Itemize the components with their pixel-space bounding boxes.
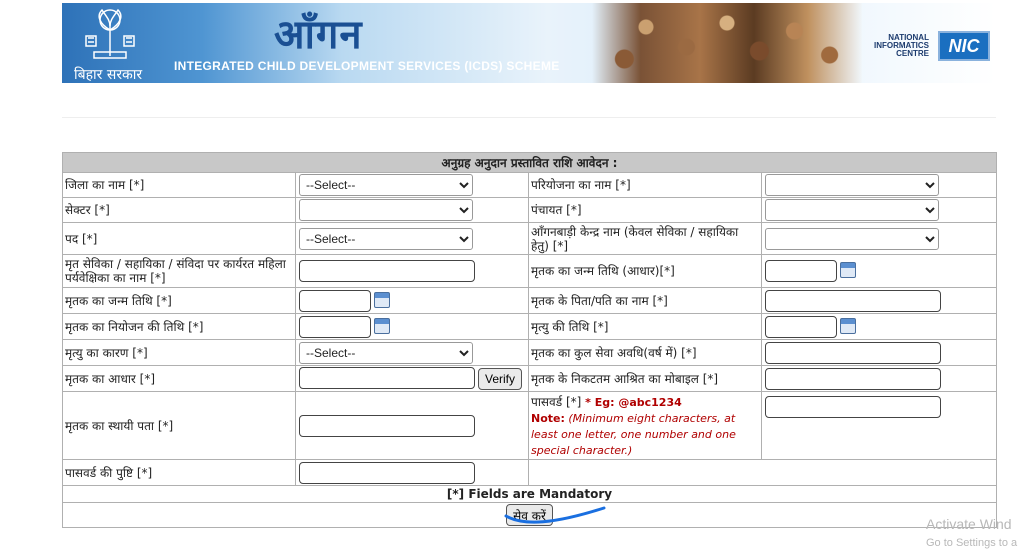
address-input[interactable] [299, 414, 475, 437]
password-note-prefix: Note: [531, 412, 565, 425]
father-label: मृतक के पिता/पति का नाम [*] [528, 287, 762, 314]
post-cell: --Select-- [295, 222, 529, 255]
app-title: आँगन [274, 11, 363, 58]
appointment-cell [295, 313, 529, 340]
aadhaar-label: मृतक का आधार [*] [62, 365, 296, 392]
dob-aadhaar-input[interactable] [765, 260, 837, 282]
panchayat-label: पंचायत [*] [528, 197, 762, 223]
sector-cell [295, 197, 529, 223]
death-date-cell [760, 313, 998, 340]
form-row: मृतक का जन्म तिथि [*] मृतक के पिता/पति क… [62, 287, 998, 314]
awc-select[interactable] [765, 227, 939, 250]
password-note: Note: (Minimum eight characters, at leas… [531, 411, 759, 459]
post-label: पद [*] [62, 222, 296, 255]
death-date-input[interactable] [765, 315, 837, 338]
death-date-label: मृत्यु की तिथि [*] [528, 313, 762, 340]
form-row: सेक्टर [*] पंचायत [*] [62, 197, 998, 223]
empty-cell [527, 459, 998, 486]
awc-cell [760, 222, 998, 255]
district-cell: --Select-- [295, 172, 529, 198]
form-heading: अनुग्रह अनुदान प्रस्तावित राशि आवेदन : [61, 152, 998, 173]
sector-label: सेक्टर [*] [62, 197, 296, 223]
death-cause-label: मृत्यु का कारण [*] [62, 339, 296, 366]
calendar-icon[interactable] [374, 317, 390, 334]
deceased-name-cell [295, 254, 529, 288]
mandatory-row: [*] Fields are Mandatory [61, 485, 998, 503]
form-table: अनुग्रह अनुदान प्रस्तावित राशि आवेदन : ज… [61, 152, 998, 528]
form-row: पद [*] --Select-- आँगनबाड़ी केन्द्र नाम … [62, 222, 998, 255]
form-row: मृत्यु का कारण [*] --Select-- मृतक का कु… [62, 339, 998, 366]
annotation-underline [504, 506, 606, 524]
calendar-icon[interactable] [374, 291, 390, 308]
service-cell [760, 339, 998, 366]
nic-label-line: CENTRE [896, 49, 929, 58]
death-cause-cell: --Select-- [295, 339, 529, 366]
father-cell [760, 287, 998, 314]
nic-label: NATIONAL INFORMATICS CENTRE [874, 34, 929, 58]
confirm-cell [295, 459, 529, 486]
dob-input[interactable] [299, 289, 371, 312]
activate-windows-subtext: Go to Settings to a [926, 537, 1018, 549]
dob-cell [295, 287, 529, 314]
aadhaar-cell: Verify [295, 365, 529, 392]
deceased-name-label: मृत सेविका / सहायिका / संविदा पर कार्यरत… [62, 254, 296, 288]
appointment-date-input[interactable] [299, 315, 371, 338]
form-row: मृत सेविका / सहायिका / संविदा पर कार्यरत… [62, 254, 998, 288]
panchayat-cell [760, 197, 998, 223]
project-label: परियोजना का नाम [*] [528, 172, 762, 198]
bihar-emblem-icon [85, 8, 135, 59]
password-input[interactable] [765, 396, 941, 418]
form-header-row: अनुग्रह अनुदान प्रस्तावित राशि आवेदन : [61, 152, 998, 173]
mandatory-note: [*] Fields are Mandatory [61, 485, 998, 503]
password-label: पासवर्ड [*] [531, 395, 582, 409]
scheme-name: INTEGRATED CHILD DEVELOPMENT SERVICES (I… [174, 59, 560, 73]
panchayat-select[interactable] [765, 199, 939, 221]
children-photo [592, 3, 862, 83]
calendar-icon[interactable] [840, 317, 856, 334]
form-row: जिला का नाम [*] --Select-- परियोजना का न… [62, 172, 998, 198]
project-cell [760, 172, 998, 198]
dob-aadhaar-cell [760, 254, 998, 288]
confirm-label: पासवर्ड की पुष्टि [*] [62, 459, 296, 486]
district-label: जिला का नाम [*] [62, 172, 296, 198]
application-form: अनुग्रह अनुदान प्रस्तावित राशि आवेदन : ज… [61, 152, 998, 528]
district-select[interactable]: --Select-- [299, 174, 473, 196]
project-select[interactable] [765, 174, 939, 196]
post-select[interactable]: --Select-- [299, 227, 473, 250]
mobile-input[interactable] [765, 367, 941, 390]
service-label: मृतक का कुल सेवा अवधि(वर्ष में) [*] [528, 339, 762, 366]
form-row: पासवर्ड की पुष्टि [*] [62, 459, 998, 486]
address-cell [295, 391, 529, 460]
calendar-icon[interactable] [840, 262, 856, 278]
form-row: मृतक का स्थायी पता [*] पासवर्ड [*] * Eg:… [62, 391, 998, 460]
service-years-input[interactable] [765, 341, 941, 364]
site-banner: बिहार सरकार आँगन INTEGRATED CHILD DEVELO… [62, 3, 996, 83]
divider [62, 117, 996, 118]
awc-label: आँगनबाड़ी केन्द्र नाम (केवल सेविका / सहा… [528, 222, 762, 255]
appointment-label: मृतक का नियोजन की तिथि [*] [62, 313, 296, 340]
sector-select[interactable] [299, 199, 473, 221]
confirm-password-input[interactable] [299, 461, 475, 484]
activate-windows-watermark: Activate Wind [926, 516, 1012, 532]
dob-aadhaar-label: मृतक का जन्म तिथि (आधार)[*] [528, 254, 762, 288]
password-cell [760, 391, 998, 460]
address-label: मृतक का स्थायी पता [*] [62, 391, 296, 460]
nic-logo: NIC [938, 31, 990, 61]
state-name: बिहार सरकार [74, 67, 143, 83]
death-cause-select[interactable]: --Select-- [299, 341, 473, 364]
deceased-name-input[interactable] [299, 260, 475, 282]
form-row: मृतक का आधार [*] Verify मृतक के निकटतम आ… [62, 365, 998, 392]
mobile-cell [760, 365, 998, 392]
password-example: * Eg: @abc1234 [585, 396, 682, 409]
mobile-label: मृतक के निकटतम आश्रित का मोबाइल [*] [528, 365, 762, 392]
verify-button[interactable]: Verify [478, 367, 523, 390]
form-row: मृतक का नियोजन की तिथि [*] मृत्यु की तिथ… [62, 313, 998, 340]
dob-label: मृतक का जन्म तिथि [*] [62, 287, 296, 314]
password-label-cell: पासवर्ड [*] * Eg: @abc1234 Note: (Minimu… [528, 391, 762, 460]
aadhaar-input[interactable] [299, 367, 475, 390]
father-name-input[interactable] [765, 289, 941, 312]
